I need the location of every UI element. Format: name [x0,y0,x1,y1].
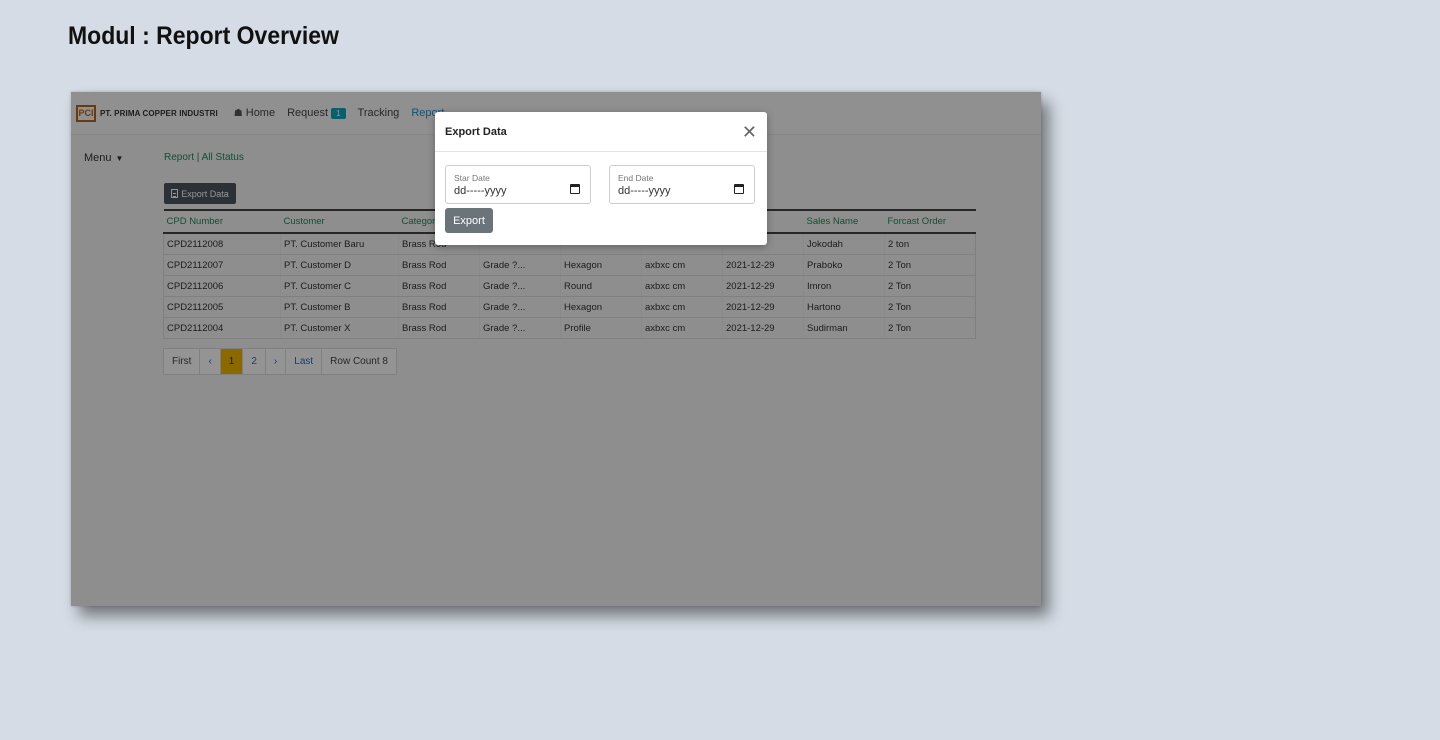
calendar-icon[interactable] [570,184,580,194]
start-date-field[interactable]: Star Date dd-----yyyy [445,165,591,204]
end-date-field[interactable]: End Date dd-----yyyy [609,165,755,204]
start-date-value: dd-----yyyy [454,185,507,197]
page-heading: Modul : Report Overview [68,22,339,50]
modal-header: Export Data ✕ [435,112,767,152]
export-button[interactable]: Export [445,208,493,233]
modal-title: Export Data [445,125,507,138]
close-icon[interactable]: ✕ [742,123,757,141]
start-date-label: Star Date [454,173,490,183]
calendar-icon[interactable] [734,184,744,194]
export-data-modal: Export Data ✕ Star Date dd-----yyyy End … [435,112,767,245]
end-date-value: dd-----yyyy [618,185,671,197]
end-date-label: End Date [618,173,654,183]
